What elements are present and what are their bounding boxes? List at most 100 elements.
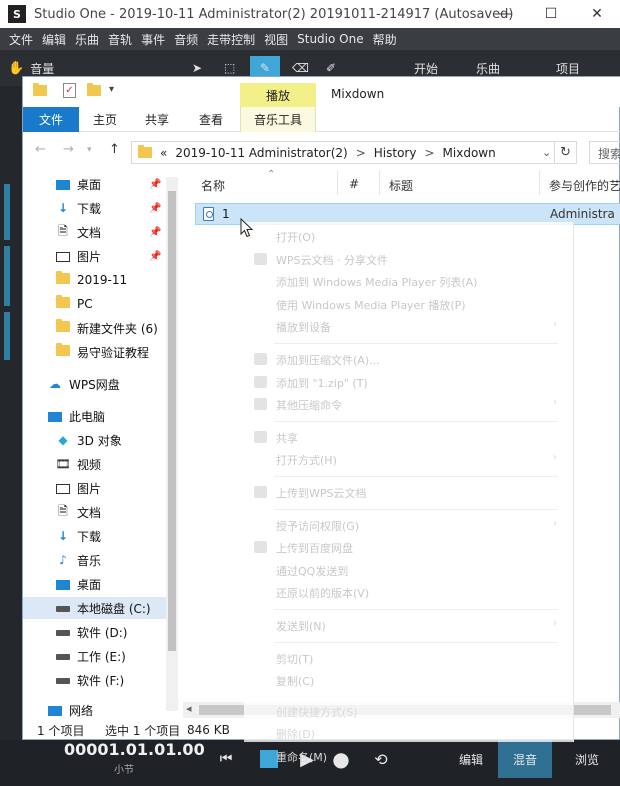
context-menu-item[interactable]: 复制(C) [244, 670, 560, 690]
nav-item-folder[interactable]: 新建文件夹 (6) [23, 317, 167, 339]
menu-edit[interactable]: 编辑 [42, 31, 66, 48]
context-menu-item[interactable]: 播放到设备 › [244, 316, 560, 336]
context-menu-item[interactable]: 添加到 "1.zip" (T) [244, 372, 560, 392]
play-context-tab-group[interactable]: 播放 [240, 83, 316, 107]
context-menu-item[interactable]: 上传到百度网盘 [244, 537, 560, 557]
new-folder-icon[interactable] [87, 83, 101, 96]
refresh-icon[interactable]: ↻ [555, 141, 577, 164]
up-arrow-icon[interactable]: ↑ [109, 142, 120, 157]
rewind-icon[interactable]: ⏮ [216, 744, 236, 774]
context-menu-item[interactable]: 发送到(N) › [244, 615, 560, 635]
menu-song[interactable]: 乐曲 [75, 31, 99, 48]
context-menu-item[interactable]: 重命名(M) [244, 746, 560, 766]
context-menu-item[interactable]: 共享 [244, 427, 560, 447]
nav-item-3d-objects[interactable]: ◆ 3D 对象 [23, 429, 167, 451]
scroll-left-icon[interactable]: ◂ [186, 702, 192, 715]
context-menu-item[interactable]: 添加到 Windows Media Player 列表(A) [244, 271, 560, 291]
tab-home[interactable]: 主页 [85, 107, 125, 132]
context-menu-item[interactable]: 授予访问权限(G) › [244, 515, 560, 535]
pin-icon[interactable]: 📌 [149, 203, 161, 214]
nav-item-drive-e[interactable]: 工作 (E:) [23, 645, 167, 667]
menu-transport[interactable]: 走带控制 [207, 31, 255, 48]
context-menu-item[interactable]: 使用 Windows Media Player 播放(P) [244, 294, 560, 314]
menu-view[interactable]: 视图 [264, 31, 288, 48]
pin-icon[interactable]: 📌 [149, 227, 161, 238]
explorer-window-title: Mixdown [331, 87, 385, 101]
column-number[interactable]: # [349, 177, 359, 191]
context-menu-item[interactable]: 其他压缩命令 › [244, 394, 560, 414]
nav-item-folder[interactable]: PC [23, 293, 167, 315]
properties-icon[interactable]: ✓ [63, 83, 76, 98]
context-menu-item[interactable]: 还原以前的版本(V) [244, 582, 560, 602]
search-input[interactable]: 搜索 [589, 141, 620, 164]
minimize-button[interactable]: — [482, 0, 528, 28]
nav-item-label: 文档 [77, 505, 102, 520]
recent-chevron-icon[interactable]: ▾ [87, 145, 92, 155]
breadcrumb-segment[interactable]: History [374, 146, 417, 160]
menu-item-label: 使用 Windows Media Player 播放(P) [276, 298, 466, 312]
nav-item-network[interactable]: 网络 [23, 699, 167, 717]
studio-one-logo-icon: S [8, 5, 26, 23]
context-menu-item[interactable]: 通过QQ发送到 [244, 560, 560, 580]
context-menu-item[interactable]: 打开方式(H) › [244, 449, 560, 469]
back-arrow-icon[interactable]: ← [35, 142, 46, 157]
nav-item-wps[interactable]: ☁ WPS网盘 [23, 373, 167, 395]
address-dropdown-icon[interactable]: ⌄ [542, 146, 551, 159]
nav-item-downloads[interactable]: ↓ 下载 📌 [23, 197, 167, 219]
nav-item-pictures[interactable]: 图片 [23, 477, 167, 499]
context-menu-item[interactable]: 删除(D) [244, 723, 560, 743]
breadcrumb-segment[interactable]: Mixdown [443, 146, 496, 160]
nav-item-videos[interactable]: 🎞 视频 [23, 453, 167, 475]
nav-item-drive-c[interactable]: 本地磁盘 (C:) [23, 597, 167, 619]
column-title[interactable]: 标题 [389, 177, 413, 194]
column-name[interactable]: 名称 [201, 177, 225, 194]
tab-share[interactable]: 共享 [137, 107, 177, 132]
forward-arrow-icon[interactable]: → [63, 142, 74, 157]
menu-separator [274, 476, 558, 477]
browse-view-tab[interactable]: 浏览 [560, 740, 614, 778]
menu-studio-one[interactable]: Studio One [297, 32, 363, 46]
nav-item-pictures[interactable]: 图片 📌 [23, 245, 167, 267]
menu-track[interactable]: 音轨 [108, 31, 132, 48]
menu-help[interactable]: 帮助 [373, 31, 397, 48]
time-unit: 小节 [114, 765, 134, 776]
nav-item-music[interactable]: ♪ 音乐 [23, 549, 167, 571]
scrollbar-thumb[interactable] [168, 191, 176, 651]
breadcrumb-segment[interactable]: 2019-10-11 Administrator(2) [175, 146, 347, 160]
nav-item-folder[interactable]: 2019-11 [23, 269, 167, 291]
tab-music-tools[interactable]: 音乐工具 [240, 107, 316, 132]
nav-item-downloads[interactable]: ↓ 下载 [23, 525, 167, 547]
nav-item-drive-d[interactable]: 软件 (D:) [23, 621, 167, 643]
nav-item-documents[interactable]: 🗎 文档 📌 [23, 221, 167, 243]
context-menu-item[interactable]: 打开(O) [244, 226, 560, 246]
menu-audio[interactable]: 音频 [174, 31, 198, 48]
context-menu-item[interactable]: 剪切(T) [244, 648, 560, 668]
nav-pane-scrollbar[interactable] [166, 177, 178, 711]
time-display: 00001.01.01.00 [64, 740, 205, 759]
pin-icon[interactable]: 📌 [149, 179, 161, 190]
context-menu-item[interactable]: 上传到WPS云文档 [244, 482, 560, 502]
nav-item-desktop[interactable]: 桌面 📌 [23, 173, 167, 195]
nav-item-desktop[interactable]: 桌面 [23, 573, 167, 595]
nav-item-label: 下载 [77, 201, 102, 216]
nav-item-this-pc[interactable]: 此电脑 [23, 405, 167, 427]
tab-file[interactable]: 文件 [23, 107, 79, 132]
close-button[interactable]: ✕ [574, 0, 620, 28]
menu-item-label: 复制(C) [276, 675, 315, 689]
nav-item-documents[interactable]: 🗎 文档 [23, 501, 167, 523]
context-menu-item[interactable]: WPS云文档 · 分享文件 [244, 249, 560, 269]
chevron-down-icon[interactable]: ▾ [109, 84, 114, 95]
nav-item-label: 本地磁盘 (C:) [77, 601, 151, 616]
column-artists[interactable]: 参与创作的艺 [549, 177, 620, 194]
address-bar[interactable]: « 2019-10-11 Administrator(2) > History … [131, 141, 555, 164]
context-menu-item[interactable]: 创建快捷方式(S) [244, 701, 560, 721]
context-menu-item[interactable]: 添加到压缩文件(A)... [244, 349, 560, 369]
pin-icon[interactable]: 📌 [149, 251, 161, 262]
nav-item-folder[interactable]: 易守验证教程 [23, 341, 167, 363]
nav-item-drive-f[interactable]: 软件 (F:) [23, 669, 167, 691]
maximize-button[interactable]: ☐ [528, 0, 574, 28]
column-divider [337, 171, 338, 195]
menu-file[interactable]: 文件 [9, 31, 33, 48]
menu-event[interactable]: 事件 [141, 31, 165, 48]
tab-view[interactable]: 查看 [191, 107, 231, 132]
